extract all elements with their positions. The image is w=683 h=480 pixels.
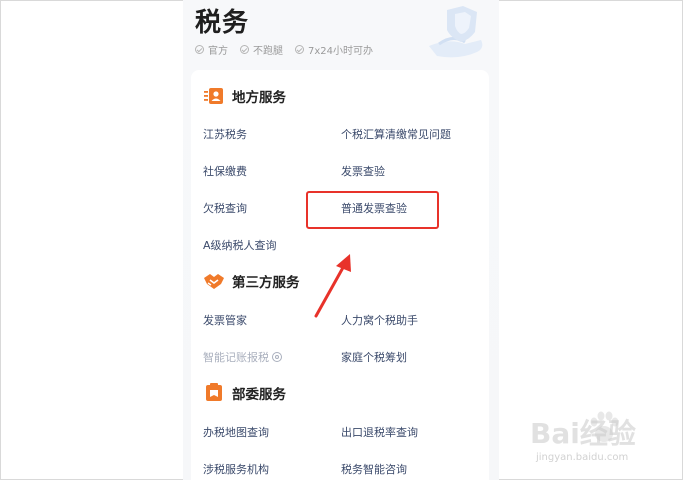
check-circle-icon bbox=[195, 45, 204, 54]
service-link-family-tax-planning[interactable]: 家庭个税筹划 bbox=[341, 349, 407, 365]
hand-shield-illustration bbox=[429, 6, 483, 58]
handshake-icon bbox=[203, 271, 225, 291]
section-title: 部委服务 bbox=[232, 387, 286, 403]
watermark-url: jingyan.baidu.com bbox=[536, 452, 629, 463]
service-link-tax-arrears[interactable]: 欠税查询 bbox=[203, 200, 247, 216]
service-link-a-level-taxpayer[interactable]: A级纳税人查询 bbox=[203, 237, 277, 253]
tag-official: 官方 bbox=[195, 42, 228, 57]
red-highlight-box bbox=[306, 191, 439, 229]
tag-label: 不跑腿 bbox=[253, 46, 283, 57]
section-third-party-header: 第三方服务 bbox=[203, 271, 300, 291]
tax-service-page: 税务 官方 不跑腿 7x24小时可办 地方服务 江苏税务 个税汇算清缴常见问题 … bbox=[183, 0, 499, 480]
service-link-tax-agencies[interactable]: 涉税服务机构 bbox=[203, 461, 269, 477]
watermark-brand: Bai经验 bbox=[530, 417, 636, 450]
baidu-jingyan-watermark: Bai经验 jingyan.baidu.com bbox=[520, 408, 680, 476]
service-link-tax-ai-consult[interactable]: 税务智能咨询 bbox=[341, 461, 407, 477]
service-link-jiangsu-tax[interactable]: 江苏税务 bbox=[203, 126, 247, 142]
service-link-tax-map[interactable]: 办税地图查询 bbox=[203, 424, 269, 440]
service-link-invoice-manager[interactable]: 发票管家 bbox=[203, 312, 247, 328]
service-link-iit-faq[interactable]: 个税汇算清缴常见问题 bbox=[341, 126, 451, 142]
service-link-export-rebate-rate[interactable]: 出口退税率查询 bbox=[341, 424, 418, 440]
page-title: 税务 bbox=[195, 8, 250, 38]
service-link-social-insurance[interactable]: 社保缴费 bbox=[203, 163, 247, 179]
id-card-icon bbox=[203, 86, 225, 106]
tag-label: 7x24小时可办 bbox=[308, 46, 374, 57]
document-icon bbox=[203, 383, 225, 403]
check-circle-icon bbox=[240, 45, 249, 54]
service-link-smart-bookkeeping[interactable]: 智能记账报税 bbox=[203, 349, 282, 365]
section-title: 地方服务 bbox=[232, 90, 286, 106]
section-local-header: 地方服务 bbox=[203, 86, 286, 106]
section-title: 第三方服务 bbox=[232, 275, 300, 291]
red-arrow-annotation bbox=[314, 254, 351, 318]
tag-24-7: 7x24小时可办 bbox=[295, 42, 373, 57]
feature-tags: 官方 不跑腿 7x24小时可办 bbox=[195, 42, 373, 57]
tag-label: 官方 bbox=[208, 46, 228, 57]
check-circle-icon bbox=[295, 45, 304, 54]
section-ministry-header: 部委服务 bbox=[203, 383, 286, 403]
tag-no-errands: 不跑腿 bbox=[240, 42, 283, 57]
item-label: 智能记账报税 bbox=[203, 351, 269, 364]
badge-icon bbox=[272, 352, 282, 362]
service-link-invoice-check[interactable]: 发票查验 bbox=[341, 163, 385, 179]
